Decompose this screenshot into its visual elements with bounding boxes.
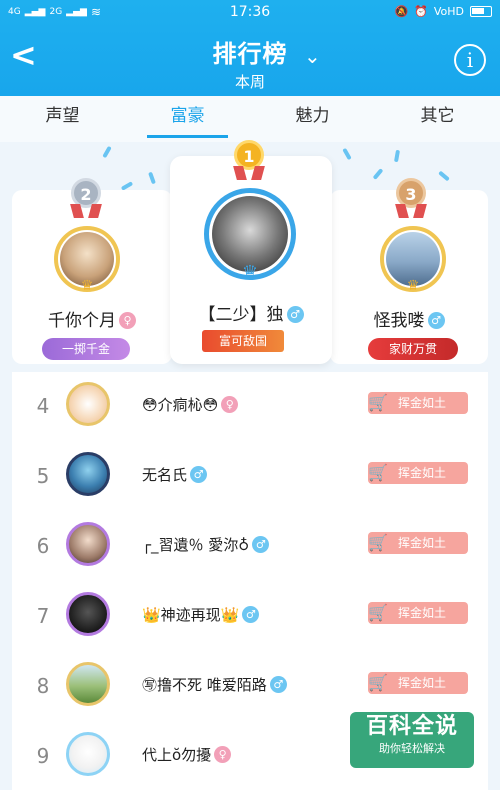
title-badge: 家财万贯 [368,338,458,360]
user-name: 千你个月 [48,311,116,331]
crown-icon: ♛ [80,278,94,294]
male-icon: ♂ [190,466,208,483]
user-name: 👑神迹再现👑 [142,606,240,624]
tab-prestige[interactable]: 声望 [0,96,125,142]
tab-other[interactable]: 其它 [375,96,500,142]
badge-label: 挥金如土 [398,466,447,480]
rank-number: 4 [36,394,50,418]
badge-label: 家财万贯 [388,342,437,356]
badge-label: 富可敌国 [218,334,267,348]
badge-label: 挥金如土 [398,396,447,410]
badge-label: 一掷千金 [61,342,110,356]
list-item[interactable]: 5 无名氏 ♂ 🛒 挥金如土 [12,442,488,512]
status-bar: 4G ▂▄▆ 2G ▂▄▆ ≋ 17:36 🔕 ⏰ VoHD [0,0,500,26]
mute-icon: 🔕 [394,5,409,18]
title-block: 排行榜 本周 [0,34,500,92]
watermark-logo: 百科全说 助你轻松解决 [350,712,474,768]
confetti-decoration [102,145,112,159]
info-button[interactable]: i [454,44,486,76]
list-item-name: 👑神迹再现👑 ♂ [142,604,260,625]
cart-icon: 🛒 [368,393,388,412]
crown-icon: ♛ [241,262,259,283]
male-icon: ♂ [269,676,287,693]
page-title: 排行榜 [212,40,288,68]
rank-number: 8 [36,674,50,698]
user-name: ┌_習遺％ 愛沵♁ [142,536,250,554]
watermark-title: 百科全说 [365,714,458,739]
female-icon: ♀ [221,396,239,413]
user-name: ㊢撸不死 唯爱陌路 [142,676,267,694]
rank-number: 6 [36,534,50,558]
cart-icon: 🛒 [368,533,388,552]
list-item-name: ㊢撸不死 唯爱陌路 ♂ [142,674,287,695]
rank-number: 7 [36,604,50,628]
user-name: 无名氏 [142,466,188,484]
battery-icon [470,6,492,17]
podium-name-second[interactable]: 千你个月 ♀ [12,306,172,331]
male-icon: ♂ [286,306,304,323]
list-item-name: 无名氏 ♂ [142,464,208,485]
confetti-decoration [393,149,401,163]
period-dropdown-chevron-icon[interactable]: ⌄ [304,44,321,68]
avatar[interactable] [66,382,110,426]
avatar[interactable] [66,662,110,706]
watermark-subtitle: 助你轻松解决 [379,742,445,755]
avatar[interactable] [66,452,110,496]
female-icon: ♀ [119,312,136,329]
male-icon: ♂ [242,606,260,623]
confetti-decoration [342,147,352,161]
badge-label: 挥金如土 [398,606,447,620]
user-name: 【二少】独 [198,305,284,325]
avatar[interactable] [212,196,288,272]
list-item-name: 代上ŏ勿擾 ♀ [142,744,232,765]
badge-label: 挥金如土 [398,536,447,550]
period-label: 本周 [234,73,265,91]
list-item-name: ┌_習遺％ 愛沵♁ ♂ [142,534,270,555]
list-item[interactable]: 7 👑神迹再现👑 ♂ 🛒 挥金如土 [12,582,488,652]
user-name: 代上ŏ勿擾 [142,746,212,764]
title-badge: 🛒 挥金如土 [368,602,468,624]
rank-number: 5 [36,464,50,488]
app-header: 4G ▂▄▆ 2G ▂▄▆ ≋ 17:36 🔕 ⏰ VoHD < 排行榜 本周 … [0,0,500,96]
tab-wealth[interactable]: 富豪 [125,96,250,142]
list-item[interactable]: 4 😳介痌杺😳 ♀ 🛒 挥金如土 [12,372,488,442]
status-icons: 🔕 ⏰ VoHD [394,5,492,18]
title-badge: 🛒 挥金如土 [368,392,468,414]
user-name: 😳介痌杺😳 [142,396,219,414]
avatar[interactable] [66,522,110,566]
list-item-name: 😳介痌杺😳 ♀ [142,394,239,415]
title-badge: 🛒 挥金如土 [368,672,468,694]
volte-label: VoHD [433,5,464,18]
confetti-decoration [372,168,384,180]
male-icon: ♂ [252,536,270,553]
podium-name-third[interactable]: 怪我喽 ♂ [330,306,488,331]
category-tabs: 声望 富豪 魅力 其它 [0,96,500,142]
cart-icon: 🛒 [368,673,388,692]
podium-name-first[interactable]: 【二少】独 ♂ [170,300,332,325]
title-badge: 🛒 挥金如土 [368,532,468,554]
cart-icon: 🛒 [368,463,388,482]
title-badge: 一掷千金 [42,338,130,360]
female-icon: ♀ [214,746,232,763]
tab-charm[interactable]: 魅力 [250,96,375,142]
avatar[interactable] [66,592,110,636]
title-badge: 富可敌国 [202,330,284,352]
avatar[interactable] [66,732,110,776]
crown-icon: ♛ [406,278,420,294]
alarm-icon: ⏰ [414,5,428,18]
cart-icon: 🛒 [368,603,388,622]
confetti-decoration [438,170,450,182]
title-badge: 🛒 挥金如土 [368,462,468,484]
list-item[interactable]: 6 ┌_習遺％ 愛沵♁ ♂ 🛒 挥金如土 [12,512,488,582]
male-icon: ♂ [427,312,445,329]
rank-number: 9 [36,744,50,768]
badge-label: 挥金如土 [398,676,447,690]
confetti-decoration [148,171,156,185]
user-name: 怪我喽 [373,311,425,331]
